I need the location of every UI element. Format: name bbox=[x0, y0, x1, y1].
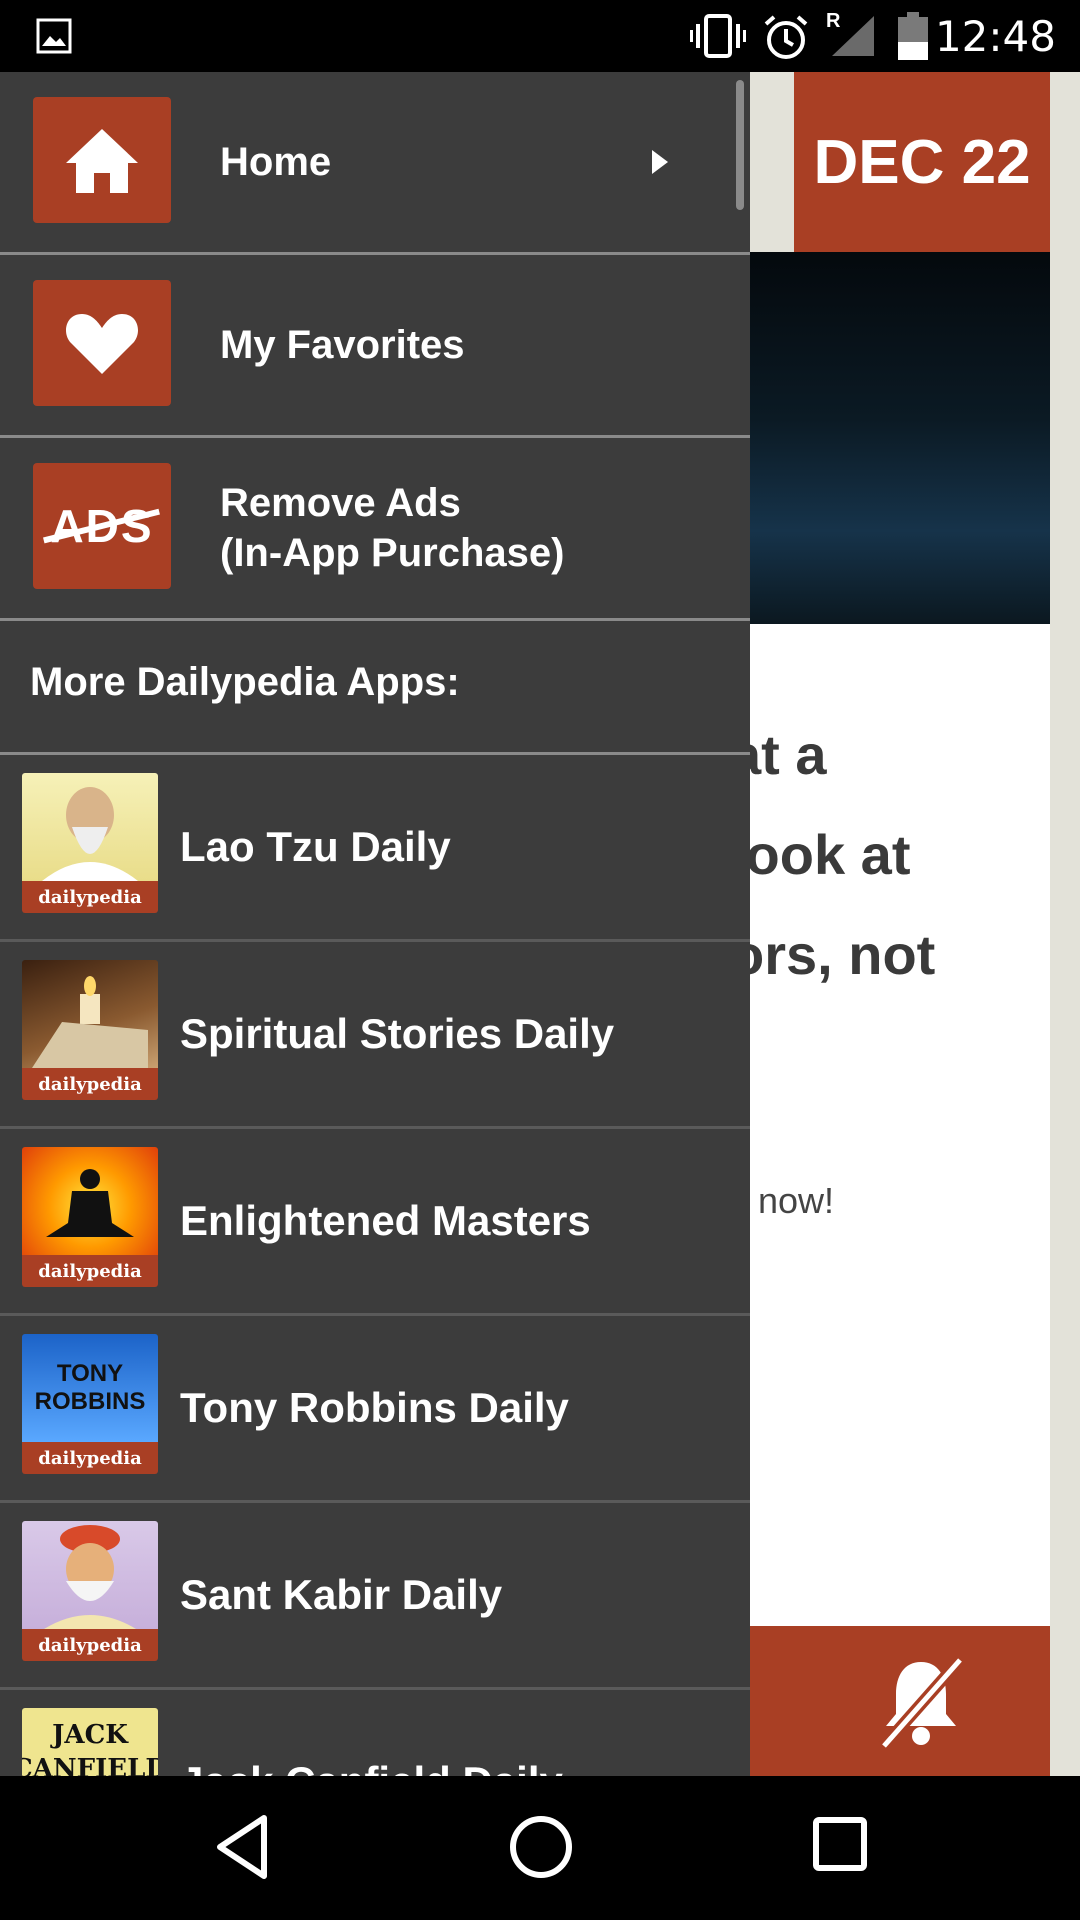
nav-label-home: Home bbox=[220, 140, 332, 184]
app-label: Spiritual Stories Daily bbox=[180, 1010, 615, 1057]
candle-thumbnail: dailypedia bbox=[22, 960, 158, 1100]
tony-thumbnail: TONY ROBBINS dailypedia bbox=[22, 1334, 158, 1474]
brand-label: dailypedia bbox=[22, 1442, 158, 1474]
system-navigation-bar bbox=[0, 1776, 1080, 1920]
app-item-enlightened-masters[interactable]: dailypedia Enlightened Masters bbox=[0, 1129, 750, 1316]
status-bar: R 12:48 bbox=[0, 0, 1080, 72]
app-label: Tony Robbins Daily bbox=[180, 1384, 569, 1431]
app-label: Lao Tzu Daily bbox=[180, 823, 451, 870]
app-label: Sant Kabir Daily bbox=[180, 1571, 503, 1618]
bell-off-icon[interactable] bbox=[876, 1654, 966, 1750]
meditation-thumbnail: dailypedia bbox=[22, 1147, 158, 1287]
navigation-drawer[interactable]: Home My Favorites ADS Remove Ads (In-App… bbox=[0, 72, 750, 1776]
quote-line: ors, not bbox=[730, 923, 936, 986]
section-title: More Dailypedia Apps: bbox=[30, 660, 460, 704]
thumbnail-text: TONY ROBBINS bbox=[34, 1360, 146, 1415]
app-item-sant-kabir[interactable]: dailypedia Sant Kabir Daily bbox=[0, 1503, 750, 1690]
nav-label-favorites: My Favorites bbox=[220, 323, 465, 367]
alarm-icon bbox=[764, 15, 808, 59]
lao-tzu-thumbnail: dailypedia bbox=[22, 773, 158, 913]
recents-icon[interactable] bbox=[812, 1816, 868, 1872]
thumbnail-text: JACK CANFIELD bbox=[22, 1720, 158, 1776]
image-notification-icon bbox=[36, 18, 72, 54]
quote-line: look at bbox=[730, 823, 911, 886]
app-item-jack-canfield[interactable]: JACK CANFIELD dailypedia Jack Canfield D… bbox=[0, 1690, 750, 1776]
header-photo bbox=[700, 252, 1050, 624]
chevron-right-icon bbox=[652, 150, 668, 174]
date-badge: DEC 22 bbox=[794, 72, 1050, 252]
kabir-thumbnail: dailypedia bbox=[22, 1521, 158, 1661]
brand-label: dailypedia bbox=[22, 881, 158, 913]
clock-time: 12:48 bbox=[934, 12, 1056, 61]
brand-label: dailypedia bbox=[22, 1068, 158, 1100]
nav-label-remove-ads: Remove Ads (In-App Purchase) bbox=[220, 481, 565, 575]
notification-toggle-bar[interactable] bbox=[700, 1626, 1050, 1776]
brand-label: dailypedia bbox=[22, 1255, 158, 1287]
nav-item-favorites[interactable]: My Favorites bbox=[0, 255, 750, 438]
back-icon[interactable] bbox=[212, 1812, 272, 1882]
section-header: More Dailypedia Apps: bbox=[0, 620, 750, 755]
home-icon bbox=[33, 97, 171, 223]
app-item-spiritual-stories[interactable]: dailypedia Spiritual Stories Daily bbox=[0, 942, 750, 1129]
nav-item-home[interactable]: Home bbox=[0, 72, 750, 255]
brand-label: dailypedia bbox=[22, 1629, 158, 1661]
home-circle-icon[interactable] bbox=[506, 1812, 576, 1882]
app-item-lao-tzu[interactable]: dailypedia Lao Tzu Daily bbox=[0, 755, 750, 942]
nav-item-remove-ads[interactable]: ADS Remove Ads (In-App Purchase) bbox=[0, 438, 750, 621]
app-label: Jack Canfield Daily bbox=[180, 1690, 563, 1776]
heart-icon bbox=[33, 280, 171, 406]
ads-icon: ADS bbox=[33, 463, 171, 589]
jack-thumbnail: JACK CANFIELD dailypedia bbox=[22, 1708, 158, 1776]
app-label: Enlightened Masters bbox=[180, 1197, 591, 1244]
vibrate-icon bbox=[690, 14, 746, 58]
app-item-tony-robbins[interactable]: TONY ROBBINS dailypedia Tony Robbins Dai… bbox=[0, 1316, 750, 1503]
battery-icon bbox=[898, 12, 928, 60]
signal-icon bbox=[832, 16, 874, 56]
ads-icon-text: ADS bbox=[50, 500, 154, 552]
